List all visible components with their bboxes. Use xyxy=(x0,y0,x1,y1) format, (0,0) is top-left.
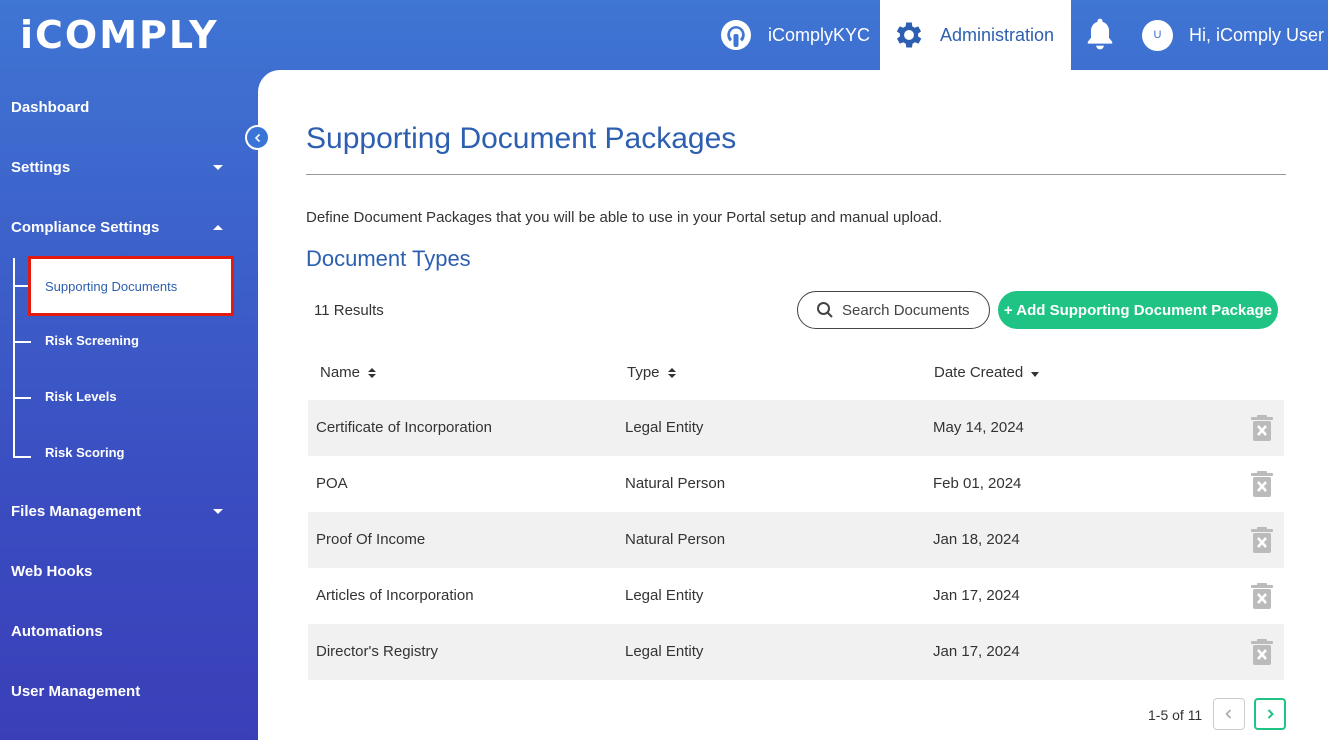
pagination-text: 1-5 of 11 xyxy=(1148,707,1203,723)
column-header-label: Name xyxy=(320,364,361,381)
nav-icomplykyc[interactable]: iComplyKYC xyxy=(710,0,880,70)
cell-type: Natural Person xyxy=(625,475,726,492)
section-title: Document Types xyxy=(306,246,471,271)
sidebar-subitem-supporting-documents[interactable]: Supporting Documents xyxy=(28,256,234,316)
trash-icon[interactable] xyxy=(1250,470,1274,498)
cell-date: Jan 17, 2024 xyxy=(933,587,1020,604)
nav-admin-label: Administration xyxy=(940,24,1055,45)
column-header-label: Date Created xyxy=(934,364,1024,381)
sidebar-subitem-label: Risk Levels xyxy=(45,389,117,404)
trash-icon[interactable] xyxy=(1250,582,1274,610)
page-title: Supporting Document Packages xyxy=(306,122,737,155)
sidebar-subitem-label: Supporting Documents xyxy=(45,279,178,294)
column-header-label: Type xyxy=(627,364,660,381)
page-description: Define Document Packages that you will b… xyxy=(306,209,943,226)
bell-icon[interactable] xyxy=(1084,16,1116,52)
sidebar-item-label: Files Management xyxy=(11,503,142,520)
sort-icon xyxy=(368,367,377,378)
trash-icon[interactable] xyxy=(1250,526,1274,554)
sidebar-item-label: Dashboard xyxy=(11,99,90,116)
chevron-right-icon xyxy=(1267,709,1274,719)
kyc-icon xyxy=(721,20,751,50)
column-header-type[interactable]: Type xyxy=(627,364,676,381)
results-count: 11 Results xyxy=(314,302,384,319)
sidebar-item-label: Web Hooks xyxy=(11,563,93,580)
tree-line-vertical xyxy=(13,258,15,458)
sort-icon xyxy=(667,367,676,378)
table-row[interactable]: Certificate of Incorporation Legal Entit… xyxy=(308,400,1284,456)
sidebar-collapse-button[interactable] xyxy=(245,125,270,150)
nav-administration[interactable]: Administration xyxy=(880,0,1071,70)
table-row[interactable]: Director's Registry Legal Entity Jan 17,… xyxy=(308,624,1284,680)
avatar: U xyxy=(1142,19,1173,51)
sidebar-item-compliance-settings[interactable]: Compliance Settings xyxy=(11,219,231,236)
sidebar: Dashboard Settings Compliance Settings S… xyxy=(0,70,258,740)
sidebar-item-user-management[interactable]: User Management xyxy=(11,683,231,700)
caret-down-icon xyxy=(213,165,223,170)
cell-name: Articles of Incorporation xyxy=(316,587,474,604)
tree-line-branch xyxy=(13,397,31,399)
main-panel: Supporting Document Packages Define Docu… xyxy=(258,70,1328,740)
app-logo[interactable]: iCOMPLY xyxy=(20,13,219,57)
sidebar-item-dashboard[interactable]: Dashboard xyxy=(11,99,231,116)
search-documents-button[interactable]: Search Documents xyxy=(797,291,990,329)
sidebar-item-label: Automations xyxy=(11,623,103,640)
top-bar: iCOMPLY iComplyKYC Administration U Hi, … xyxy=(0,0,1328,70)
user-menu[interactable]: U Hi, iComply User xyxy=(1142,0,1324,70)
cell-date: Jan 18, 2024 xyxy=(933,531,1020,548)
cell-name: Certificate of Incorporation xyxy=(316,419,492,436)
add-supporting-document-package-button[interactable]: + Add Supporting Document Package xyxy=(998,291,1278,329)
tree-line-branch xyxy=(13,285,28,287)
sidebar-item-label: User Management xyxy=(11,683,141,700)
nav-kyc-label: iComplyKYC xyxy=(768,24,871,45)
sidebar-subitem-risk-scoring[interactable]: Risk Scoring xyxy=(45,445,124,460)
sidebar-item-label: Settings xyxy=(11,159,71,176)
trash-icon[interactable] xyxy=(1250,638,1274,666)
column-header-date-created[interactable]: Date Created xyxy=(934,364,1040,381)
sidebar-item-automations[interactable]: Automations xyxy=(11,623,231,640)
caret-up-icon xyxy=(213,225,223,230)
title-divider xyxy=(306,174,1286,175)
search-label: Search Documents xyxy=(842,301,970,319)
cell-date: Jan 17, 2024 xyxy=(933,643,1020,660)
sidebar-item-settings[interactable]: Settings xyxy=(11,159,231,176)
caret-down-icon xyxy=(213,509,223,514)
sidebar-item-label: Compliance Settings xyxy=(11,219,160,236)
cell-name: POA xyxy=(316,475,348,492)
cell-name: Proof Of Income xyxy=(316,531,426,548)
chevron-left-icon xyxy=(1225,709,1232,719)
table-row[interactable]: POA Natural Person Feb 01, 2024 xyxy=(308,456,1284,512)
tree-line-branch xyxy=(13,341,31,343)
sidebar-subitem-risk-screening[interactable]: Risk Screening xyxy=(45,333,139,348)
cell-type: Natural Person xyxy=(625,531,726,548)
search-icon xyxy=(817,302,833,318)
cell-date: May 14, 2024 xyxy=(933,419,1024,436)
cell-name: Director's Registry xyxy=(316,643,439,660)
cell-type: Legal Entity xyxy=(625,643,704,660)
table-row[interactable]: Articles of Incorporation Legal Entity J… xyxy=(308,568,1284,624)
gear-icon xyxy=(896,22,922,48)
chevron-left-icon xyxy=(254,133,260,142)
pagination-prev-button[interactable] xyxy=(1213,698,1245,730)
sidebar-item-files-management[interactable]: Files Management xyxy=(11,503,231,520)
trash-icon[interactable] xyxy=(1250,414,1274,442)
cell-type: Legal Entity xyxy=(625,419,704,436)
sort-descending-icon xyxy=(1031,372,1040,377)
pagination-next-button[interactable] xyxy=(1254,698,1286,730)
table-row[interactable]: Proof Of Income Natural Person Jan 18, 2… xyxy=(308,512,1284,568)
sidebar-subitem-label: Risk Screening xyxy=(45,333,139,348)
user-greeting: Hi, iComply User xyxy=(1189,24,1325,45)
sidebar-item-web-hooks[interactable]: Web Hooks xyxy=(11,563,231,580)
sidebar-subitem-label: Risk Scoring xyxy=(45,445,125,460)
cell-type: Legal Entity xyxy=(625,587,704,604)
tree-line-branch xyxy=(13,456,31,458)
cell-date: Feb 01, 2024 xyxy=(933,475,1022,492)
sidebar-subitem-risk-levels[interactable]: Risk Levels xyxy=(45,389,117,404)
column-header-name[interactable]: Name xyxy=(320,364,377,381)
